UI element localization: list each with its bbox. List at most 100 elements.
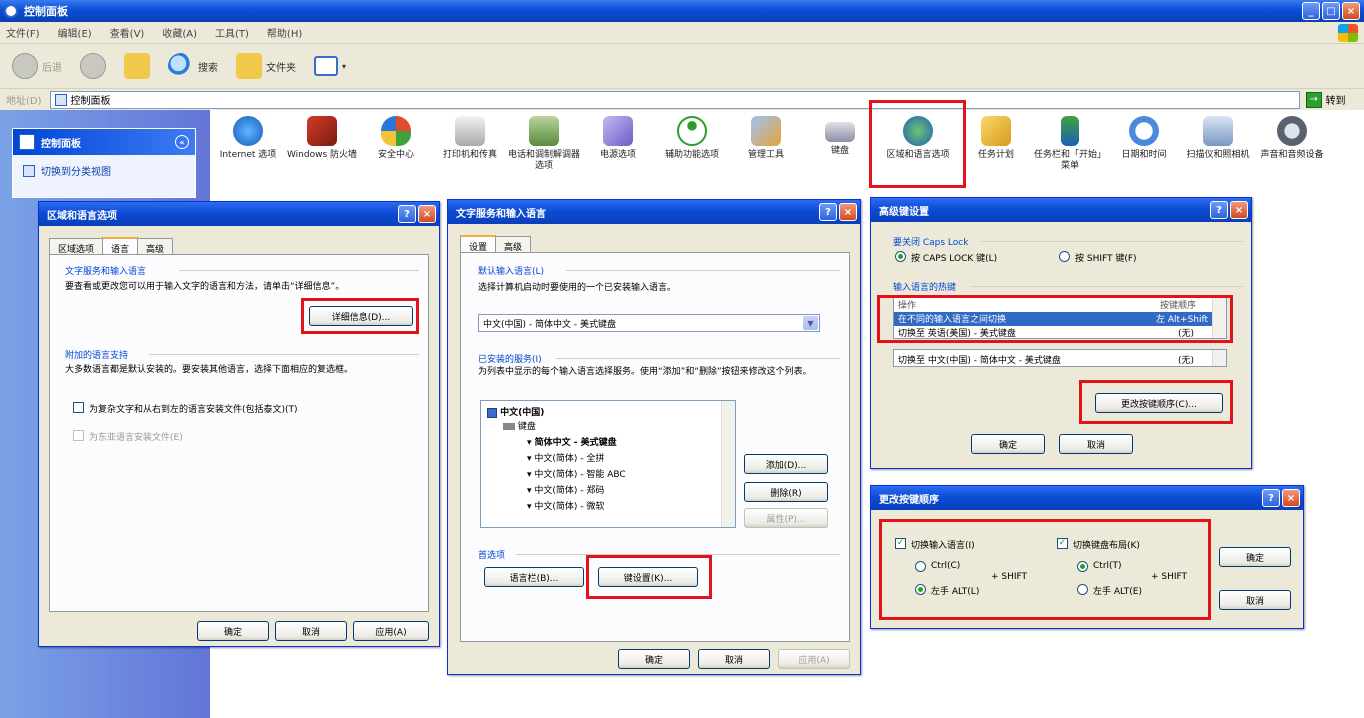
dialog-titlebar[interactable]: 高级键设置 ? ×: [871, 198, 1251, 222]
window-title: 控制面板: [24, 5, 68, 18]
help-button[interactable]: ?: [1210, 201, 1228, 219]
cp-item-internet-options[interactable]: Internet 选项: [212, 116, 284, 161]
hotkey-row[interactable]: 切换至 中文(中国) - 简体中文 - 美式键盘 (无): [898, 353, 1194, 366]
cp-item-admin-tools[interactable]: 管理工具: [730, 116, 802, 161]
power-icon: [603, 116, 633, 146]
cancel-button[interactable]: 取消: [1219, 590, 1291, 610]
tree-keyboard-node[interactable]: 键盘: [503, 419, 536, 432]
ok-button[interactable]: 确定: [197, 621, 269, 641]
installed-services-heading: 已安装的服务(I): [478, 355, 542, 365]
cp-item-phone-modem[interactable]: 电话和调制解调器选项: [508, 116, 580, 172]
default-input-language-select[interactable]: 中文(中国) - 简体中文 - 美式键盘 ▼: [478, 314, 820, 332]
cancel-button[interactable]: 取消: [698, 649, 770, 669]
help-button[interactable]: ?: [398, 205, 416, 223]
cp-item-firewall[interactable]: Windows 防火墙: [286, 116, 358, 161]
advanced-key-settings-dialog: 高级键设置 ? × 要关闭 Caps Lock 按 CAPS LOCK 键(L)…: [870, 197, 1252, 469]
tree-language-node[interactable]: 中文(中国): [487, 405, 544, 418]
up-folder-icon: [124, 53, 150, 79]
default-input-language-heading: 默认输入语言(L): [478, 267, 545, 277]
forward-arrow-icon: [80, 53, 106, 79]
collapse-icon[interactable]: «: [175, 135, 189, 149]
shift-radio[interactable]: [1059, 251, 1070, 262]
menu-favorites[interactable]: 收藏(A): [162, 25, 197, 40]
hotkey-row-extra[interactable]: 切换至 中文(中国) - 简体中文 - 美式键盘 (无): [893, 349, 1227, 367]
dialog-close-button[interactable]: ×: [1230, 201, 1248, 219]
remove-button[interactable]: 删除(R): [744, 482, 828, 502]
east-asian-checkbox[interactable]: [73, 430, 84, 441]
tree-service-item[interactable]: ▾ 简体中文 - 美式键盘: [527, 435, 617, 448]
caps-lock-radio[interactable]: [895, 251, 906, 262]
search-button[interactable]: 搜索: [164, 49, 222, 83]
control-panel-header[interactable]: 控制面板 «: [13, 129, 195, 155]
menu-edit[interactable]: 编辑(E): [58, 25, 92, 40]
dialog-title: 更改按键顺序: [879, 494, 939, 506]
go-button[interactable]: → 转到: [1305, 91, 1346, 108]
tree-service-item[interactable]: ▾ 中文(简体) - 智能 ABC: [527, 467, 626, 480]
address-input[interactable]: 控制面板: [49, 90, 1300, 109]
tree-service-item[interactable]: ▾ 中文(简体) - 全拼: [527, 451, 604, 464]
ok-button[interactable]: 确定: [971, 434, 1045, 454]
cp-item-printers[interactable]: 打印机和传真: [434, 116, 506, 161]
installed-services-tree[interactable]: 中文(中国) 键盘 ▾ 简体中文 - 美式键盘 ▾ 中文(简体) - 全拼 ▾ …: [480, 400, 736, 528]
maximize-button[interactable]: □: [1322, 2, 1340, 20]
phone-icon: [529, 116, 559, 146]
dialog-titlebar[interactable]: 文字服务和输入语言 ? ×: [448, 200, 860, 224]
language-bar-button[interactable]: 语言栏(B)...: [484, 567, 584, 587]
complex-script-checkbox[interactable]: [73, 402, 84, 413]
address-value: 控制面板: [70, 96, 111, 107]
ok-button[interactable]: 确定: [618, 649, 690, 669]
windows-logo-icon: [1338, 24, 1358, 42]
back-button[interactable]: 后退: [8, 49, 66, 83]
highlight-change-key-sequence-button: [1079, 380, 1233, 424]
tree-service-item[interactable]: ▾ 中文(简体) - 郑码: [527, 483, 604, 496]
dialog-close-button[interactable]: ×: [418, 205, 436, 223]
forward-button[interactable]: [76, 49, 110, 83]
clock-icon: [1129, 116, 1159, 146]
add-button[interactable]: 添加(D)...: [744, 454, 828, 474]
cancel-button[interactable]: 取消: [275, 621, 347, 641]
ok-button[interactable]: 确定: [1219, 547, 1291, 567]
switch-category-view-link[interactable]: 切换到分类视图: [13, 155, 195, 186]
cp-item-taskbar-start[interactable]: 任务栏和「开始」菜单: [1034, 116, 1106, 172]
hotkeys-scrollbar-lower[interactable]: [1212, 350, 1226, 366]
cp-item-sounds-audio[interactable]: 声音和音频设备: [1256, 116, 1328, 161]
chevron-down-icon[interactable]: ▼: [803, 316, 818, 330]
window-titlebar[interactable]: 控制面板 _ □ ×: [0, 0, 1364, 22]
dialog-titlebar[interactable]: 更改按键顺序 ? ×: [871, 486, 1303, 510]
menu-tools[interactable]: 工具(T): [215, 25, 249, 40]
properties-button[interactable]: 属性(P)...: [744, 508, 828, 528]
switch-link-label: 切换到分类视图: [41, 167, 111, 178]
cp-item-power-options[interactable]: 电源选项: [582, 116, 654, 161]
dialog-title: 高级键设置: [879, 206, 929, 218]
change-key-sequence-dialog: 更改按键顺序 ? × ✓ 切换输入语言(I) Ctrl(C) 左手 ALT(L)…: [870, 485, 1304, 629]
dialog-titlebar[interactable]: 区域和语言选项 ? ×: [39, 202, 439, 226]
cp-item-keyboard[interactable]: 键盘: [804, 116, 876, 157]
cp-item-scanners-cameras[interactable]: 扫描仪和照相机: [1182, 116, 1254, 161]
views-button[interactable]: ▾: [310, 49, 350, 83]
menu-bar: 文件(F) 编辑(E) 查看(V) 收藏(A) 工具(T) 帮助(H): [0, 22, 1364, 44]
tree-scrollbar[interactable]: [721, 401, 735, 527]
menu-view[interactable]: 查看(V): [110, 25, 145, 40]
apply-button[interactable]: 应用(A): [353, 621, 429, 641]
help-button[interactable]: ?: [819, 203, 837, 221]
preferences-heading: 首选项: [478, 551, 506, 561]
cp-item-security-center[interactable]: 安全中心: [360, 116, 432, 161]
cp-item-scheduled-tasks[interactable]: 任务计划: [960, 116, 1032, 161]
up-folder-button[interactable]: [120, 49, 154, 83]
close-button[interactable]: ×: [1342, 2, 1360, 20]
control-panel-title: 控制面板: [41, 138, 81, 150]
folders-button[interactable]: 文件夹: [232, 49, 300, 83]
cp-item-accessibility[interactable]: 辅助功能选项: [656, 116, 728, 161]
tree-service-item[interactable]: ▾ 中文(简体) - 微软: [527, 499, 604, 512]
views-icon: [314, 56, 338, 76]
cancel-button[interactable]: 取消: [1059, 434, 1133, 454]
menu-file[interactable]: 文件(F): [6, 25, 40, 40]
minimize-button[interactable]: _: [1302, 2, 1320, 20]
menu-help[interactable]: 帮助(H): [267, 25, 302, 40]
cp-item-date-time[interactable]: 日期和时间: [1108, 116, 1180, 161]
help-button[interactable]: ?: [1262, 489, 1280, 507]
apply-button[interactable]: 应用(A): [778, 649, 850, 669]
dialog-close-button[interactable]: ×: [839, 203, 857, 221]
dialog-close-button[interactable]: ×: [1282, 489, 1300, 507]
back-arrow-icon: [12, 53, 38, 79]
